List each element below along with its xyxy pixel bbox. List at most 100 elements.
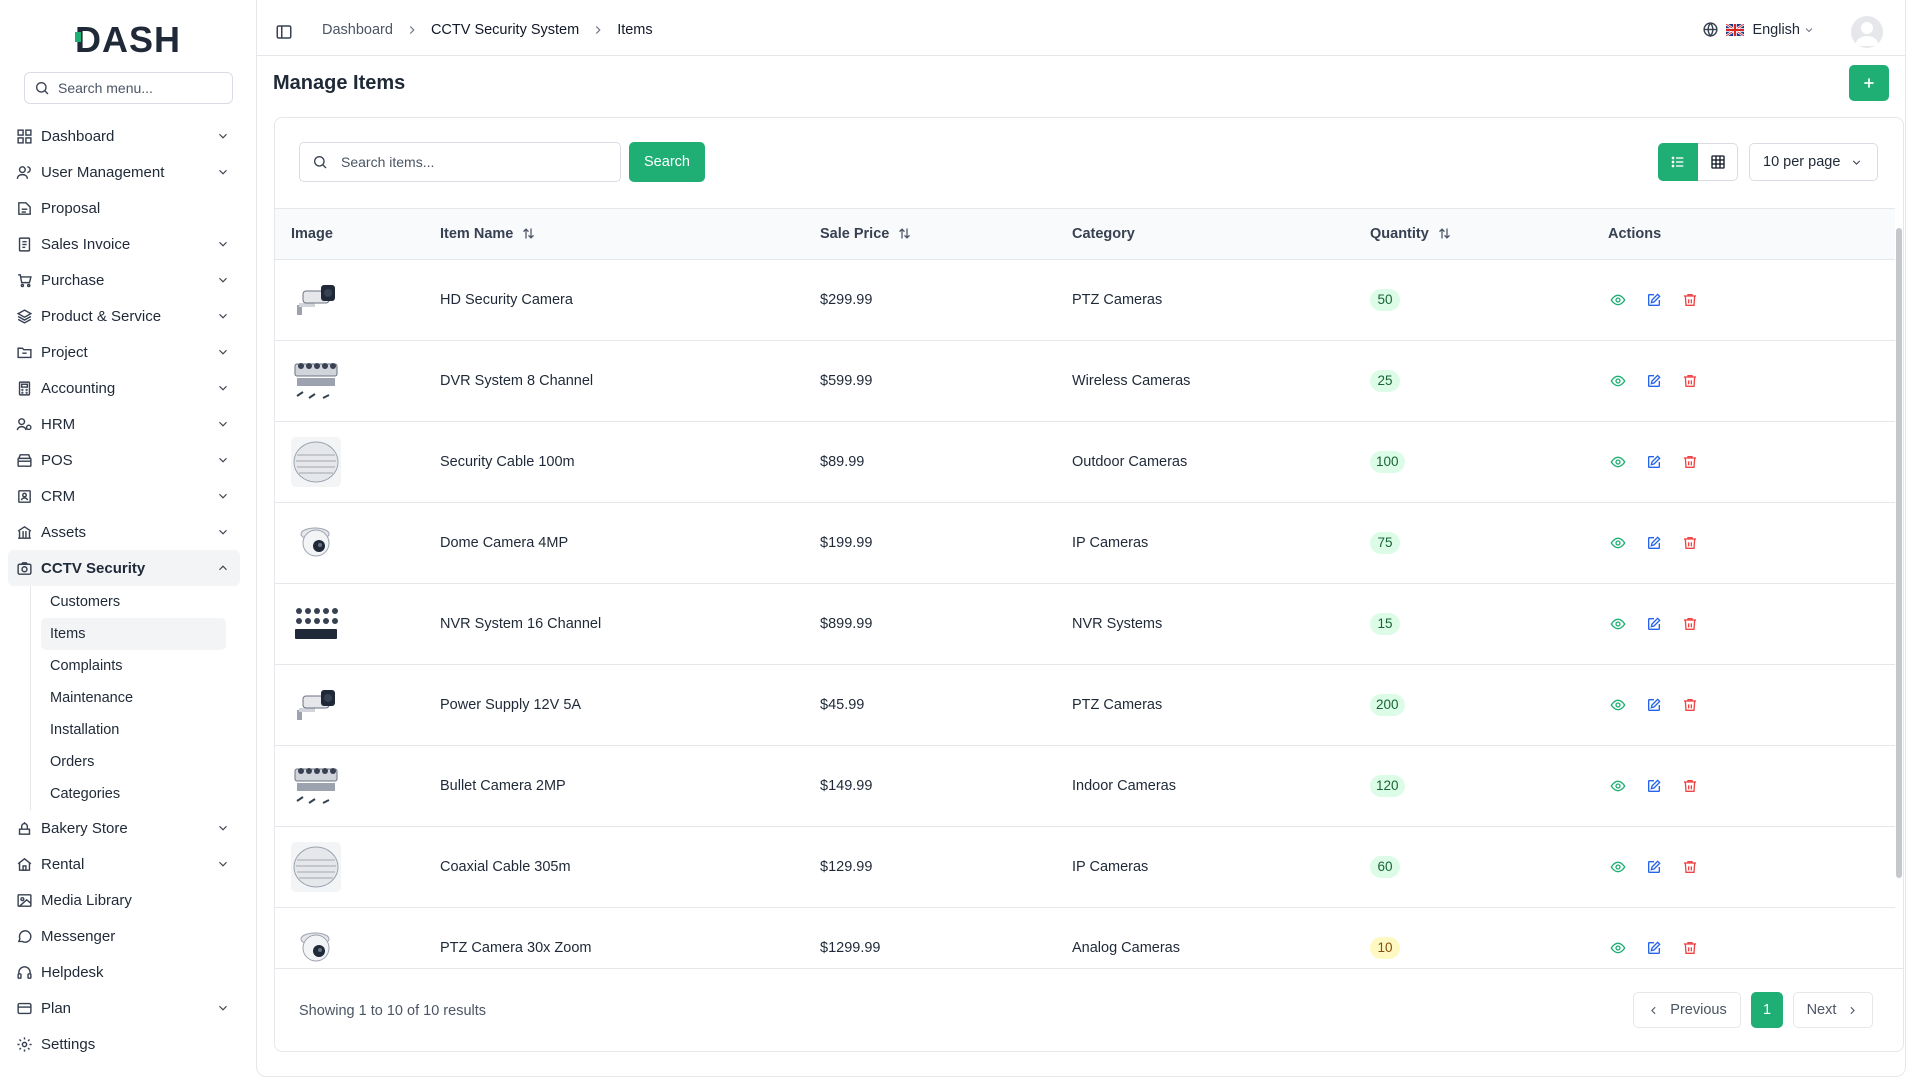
item-thumbnail [291, 274, 341, 325]
sidebar-item-crm[interactable]: CRM [8, 478, 240, 514]
sidebar-item-bakery-store[interactable]: Bakery Store [8, 810, 240, 846]
sidebar-item-rental[interactable]: Rental [8, 846, 240, 882]
sidebar-item-accounting[interactable]: Accounting [8, 370, 240, 406]
list-view-button[interactable] [1658, 143, 1698, 181]
cell-actions [1608, 745, 1895, 826]
edit-button[interactable] [1644, 776, 1664, 796]
delete-button[interactable] [1680, 533, 1700, 553]
delete-button[interactable] [1680, 695, 1700, 715]
delete-button[interactable] [1680, 452, 1700, 472]
per-page-select[interactable]: 10 per page [1749, 143, 1878, 181]
sidebar-item-pos[interactable]: POS [8, 442, 240, 478]
column-header-sale-price[interactable]: Sale Price [820, 209, 1072, 260]
view-button[interactable] [1608, 290, 1628, 310]
page-1-button[interactable]: 1 [1751, 992, 1783, 1028]
edit-button[interactable] [1644, 452, 1664, 472]
item-thumbnail [291, 922, 341, 968]
view-button[interactable] [1608, 533, 1628, 553]
sidebar-item-product-service[interactable]: Product & Service [8, 298, 240, 334]
submenu-item-maintenance[interactable]: Maintenance [41, 682, 226, 714]
trash-icon [1684, 941, 1696, 954]
sidebar-item-purchase[interactable]: Purchase [8, 262, 240, 298]
view-button[interactable] [1608, 776, 1628, 796]
sidebar-item-sales-invoice[interactable]: Sales Invoice [8, 226, 240, 262]
sidebar-item-messenger[interactable]: Messenger [8, 918, 240, 954]
table-scrollbar[interactable] [1895, 214, 1903, 970]
column-header-quantity[interactable]: Quantity [1370, 209, 1608, 260]
cell-sale-price: $129.99 [820, 858, 873, 875]
folder-icon [17, 347, 32, 358]
sidebar-toggle-icon[interactable] [275, 23, 293, 41]
submenu-item-installation[interactable]: Installation [41, 714, 226, 746]
submenu-item-complaints[interactable]: Complaints [41, 650, 226, 682]
scrollbar-thumb[interactable] [1896, 228, 1902, 878]
view-button[interactable] [1608, 938, 1628, 958]
sidebar-item-helpdesk[interactable]: Helpdesk [8, 954, 240, 990]
sidebar-item-project[interactable]: Project [8, 334, 240, 370]
sidebar-item-user-management[interactable]: User Management [8, 154, 240, 190]
credit-card-icon [17, 1002, 32, 1014]
grid-icon [1710, 155, 1725, 169]
sidebar-search[interactable] [24, 72, 233, 104]
sidebar-item-dashboard[interactable]: Dashboard [8, 118, 240, 154]
previous-page-button[interactable]: Previous [1633, 992, 1741, 1028]
edit-button[interactable] [1644, 614, 1664, 634]
delete-button[interactable] [1680, 776, 1700, 796]
grid-view-button[interactable] [1698, 143, 1738, 181]
view-button[interactable] [1608, 452, 1628, 472]
cell-image [275, 745, 440, 826]
trash-icon [1684, 455, 1696, 468]
items-search[interactable] [299, 142, 621, 182]
delete-button[interactable] [1680, 371, 1700, 391]
product-image [291, 760, 341, 811]
user-avatar[interactable] [1851, 16, 1883, 48]
view-button[interactable] [1608, 371, 1628, 391]
items-search-input[interactable] [341, 154, 611, 170]
cell-item-name: HD Security Camera [440, 291, 573, 308]
search-button[interactable]: Search [629, 142, 705, 182]
trash-icon [1684, 374, 1696, 387]
edit-button[interactable] [1644, 533, 1664, 553]
add-item-button[interactable] [1849, 65, 1889, 101]
sidebar-item-settings[interactable]: Settings [8, 1026, 240, 1062]
sidebar-item-hrm[interactable]: HRM [8, 406, 240, 442]
top-bar: Dashboard CCTV Security System Items Eng… [257, 0, 1905, 56]
view-button[interactable] [1608, 614, 1628, 634]
breadcrumb-dashboard[interactable]: Dashboard [322, 22, 393, 38]
cell-item-name: NVR System 16 Channel [440, 615, 602, 632]
edit-button[interactable] [1644, 857, 1664, 877]
submenu-item-orders[interactable]: Orders [41, 746, 226, 778]
delete-button[interactable] [1680, 614, 1700, 634]
edit-button[interactable] [1644, 371, 1664, 391]
submenu-item-customers[interactable]: Customers [41, 586, 226, 618]
delete-button[interactable] [1680, 290, 1700, 310]
quantity-badge: 100 [1370, 450, 1405, 473]
items-table-container: Image Item Name Sale Price Category Quan… [275, 208, 1895, 968]
cell-sale-price: $1299.99 [820, 939, 881, 956]
submenu-item-categories[interactable]: Categories [41, 778, 226, 810]
sidebar-item-proposal[interactable]: Proposal [8, 190, 240, 226]
delete-button[interactable] [1680, 857, 1700, 877]
sidebar-item-plan[interactable]: Plan [8, 990, 240, 1026]
sidebar-item-media-library[interactable]: Media Library [8, 882, 240, 918]
edit-button[interactable] [1644, 290, 1664, 310]
table-footer: Showing 1 to 10 of 10 results Previous 1… [275, 968, 1903, 1052]
sidebar-item-assets[interactable]: Assets [8, 514, 240, 550]
breadcrumb-cctv-security-system[interactable]: CCTV Security System [431, 22, 579, 38]
cell-image [275, 907, 440, 968]
image-icon [17, 893, 32, 907]
view-button[interactable] [1608, 857, 1628, 877]
delete-button[interactable] [1680, 938, 1700, 958]
next-page-button[interactable]: Next [1793, 992, 1873, 1028]
cell-actions [1608, 340, 1895, 421]
column-header-item-name[interactable]: Item Name [440, 209, 820, 260]
language-selector[interactable]: English [1702, 21, 1815, 38]
cell-image [275, 583, 440, 664]
sidebar-search-input[interactable] [58, 80, 228, 96]
edit-button[interactable] [1644, 695, 1664, 715]
edit-button[interactable] [1644, 938, 1664, 958]
view-button[interactable] [1608, 695, 1628, 715]
submenu-item-items[interactable]: Items [41, 618, 226, 650]
product-image [291, 355, 341, 406]
sidebar-item-cctv-security[interactable]: CCTV Security [8, 550, 240, 586]
